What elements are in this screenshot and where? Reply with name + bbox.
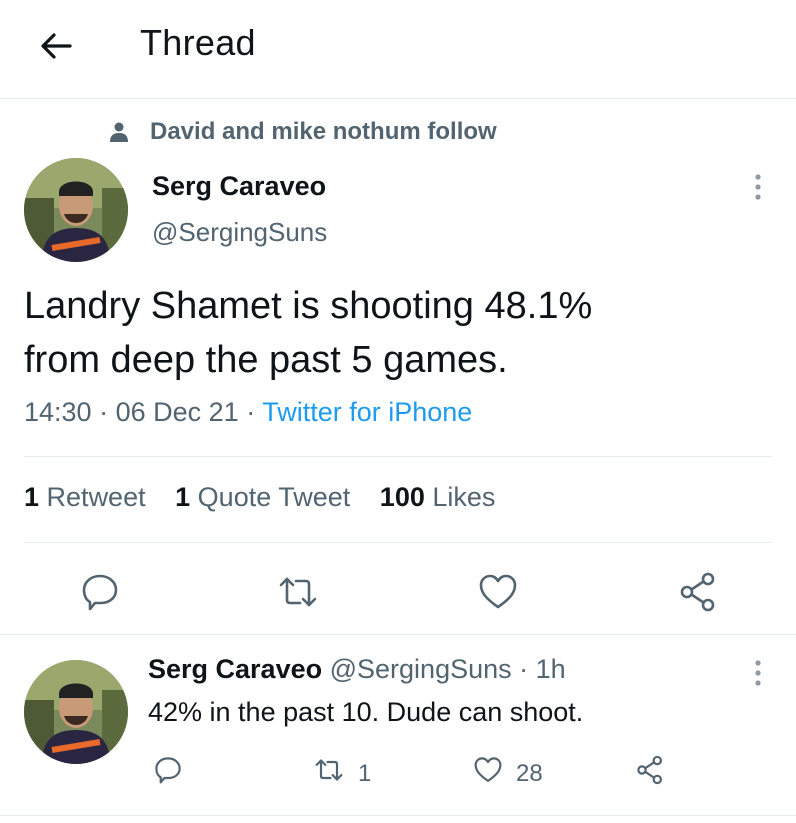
social-context-text: David and mike nothum follow (150, 118, 497, 145)
meta-separator: · (246, 397, 256, 427)
likes-count: 100 (379, 482, 425, 512)
reply-text: 42% in the past 10. Dude can shoot. (148, 697, 584, 727)
divider (0, 98, 796, 99)
arrow-left-icon[interactable] (36, 26, 76, 66)
reply-separator: · (519, 654, 529, 684)
retweets-count: 1 (24, 482, 40, 512)
likes-stat[interactable]: 100 Likes (380, 482, 496, 512)
share-icon[interactable] (634, 754, 666, 793)
quotes-label: Quote Tweet (197, 482, 351, 512)
reply-icon[interactable] (152, 754, 184, 793)
like-action[interactable]: 28 (472, 754, 543, 793)
more-vertical-icon[interactable] (743, 658, 773, 688)
retweet-icon[interactable] (276, 570, 320, 614)
author-handle[interactable]: @SergingSuns (152, 217, 327, 248)
tweet-date[interactable]: 06 Dec 21 (116, 397, 239, 427)
tweet-stats: 1 Retweet 1 Quote Tweet 100 Likes (24, 482, 517, 513)
tweet-text: Landry Shamet is shooting 48.1% from dee… (24, 279, 764, 387)
tweet-text-line: Landry Shamet is shooting 48.1% (24, 285, 593, 327)
likes-label: Likes (432, 482, 496, 512)
heart-icon[interactable] (476, 570, 520, 614)
retweet-icon[interactable] (312, 754, 346, 793)
retweets-label: Retweet (46, 482, 146, 512)
avatar[interactable] (24, 158, 128, 262)
heart-icon[interactable] (472, 754, 504, 793)
reply-author-name[interactable]: Serg Caraveo (148, 654, 322, 684)
author-name[interactable]: Serg Caraveo (152, 171, 326, 202)
share-icon[interactable] (676, 570, 720, 614)
retweet-action[interactable]: 1 (312, 754, 371, 793)
more-vertical-icon[interactable] (743, 172, 773, 202)
tweet-meta: 14:30 · 06 Dec 21 · Twitter for iPhone (24, 397, 472, 428)
reply-header: Serg Caraveo @SergingSuns · 1h (148, 654, 566, 685)
page-title: Thread (140, 22, 256, 63)
reply-author-handle[interactable]: @SergingSuns (330, 654, 512, 684)
reply-like-count: 28 (516, 759, 543, 787)
person-icon (108, 121, 130, 143)
reply-time[interactable]: 1h (536, 654, 566, 684)
quotes-stat[interactable]: 1 Quote Tweet (175, 482, 350, 512)
divider (24, 542, 772, 543)
divider (24, 456, 772, 457)
social-context: David and mike nothum follow (108, 117, 497, 147)
reply-action[interactable] (152, 754, 184, 793)
share-action[interactable] (634, 754, 666, 793)
divider (0, 815, 796, 816)
tweet-source-link[interactable]: Twitter for iPhone (262, 397, 472, 427)
reply-icon[interactable] (78, 570, 122, 614)
tweet-text-line: from deep the past 5 games. (24, 339, 508, 381)
divider (0, 634, 796, 635)
retweets-stat[interactable]: 1 Retweet (24, 482, 146, 512)
avatar[interactable] (24, 660, 128, 764)
tweet-time[interactable]: 14:30 (24, 397, 92, 427)
meta-separator: · (99, 397, 109, 427)
reply-retweet-count: 1 (358, 759, 372, 787)
quotes-count: 1 (175, 482, 191, 512)
top-bar (0, 0, 796, 98)
